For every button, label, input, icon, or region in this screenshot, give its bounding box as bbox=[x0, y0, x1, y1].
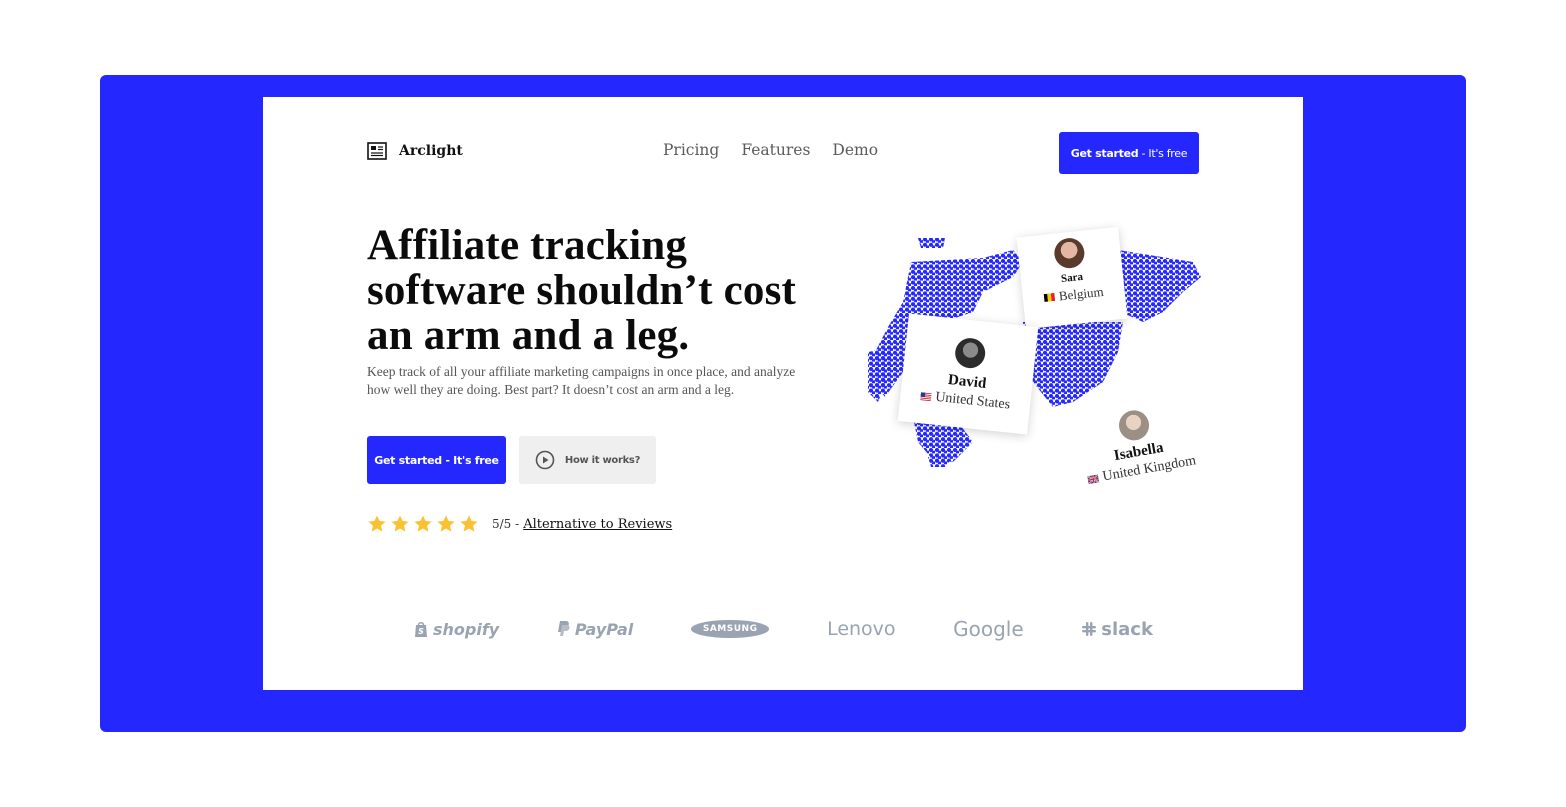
uk-flag-icon bbox=[1087, 474, 1100, 485]
shopify-bag-icon: S bbox=[415, 622, 427, 637]
main-nav: Pricing Features Demo bbox=[663, 141, 878, 159]
get-started-label: Get started - It's free bbox=[374, 453, 499, 467]
lenovo-logo: Lenovo bbox=[827, 618, 895, 640]
header-cta-bold: Get started bbox=[1070, 146, 1139, 160]
user-card-sara: Sara Belgium bbox=[1016, 226, 1128, 330]
star-icon bbox=[437, 515, 455, 532]
star-icon bbox=[460, 515, 478, 532]
brand-label: Lenovo bbox=[827, 618, 896, 640]
hero-title: Affiliate tracking software shouldn’t co… bbox=[367, 222, 797, 359]
get-started-button[interactable]: Get started - It's free bbox=[367, 436, 506, 484]
star-icon bbox=[368, 515, 386, 532]
samsung-logo: SAMSUNG bbox=[690, 620, 770, 638]
landing-page: Arclight Pricing Features Demo Get start… bbox=[263, 97, 1303, 690]
brand-label: slack bbox=[1101, 618, 1153, 640]
world-map-illustration: Sara Belgium David United States Isabell… bbox=[863, 226, 1203, 492]
google-logo: Google bbox=[953, 617, 1024, 641]
header-cta-light: - It's free bbox=[1138, 146, 1188, 160]
newspaper-icon bbox=[367, 142, 387, 160]
header-get-started-button[interactable]: Get started - It's free bbox=[1059, 132, 1199, 174]
slack-logo: slack bbox=[1081, 619, 1153, 640]
brand-label: shopify bbox=[433, 619, 500, 639]
country-label: Belgium bbox=[1058, 283, 1105, 304]
brand-logos: S shopify PayPal SAMSUNG Lenovo Google s… bbox=[413, 617, 1153, 641]
avatar bbox=[953, 336, 987, 370]
slack-hash-icon bbox=[1082, 622, 1097, 636]
paypal-logo: PayPal bbox=[557, 620, 633, 639]
how-it-works-button[interactable]: How it works? bbox=[519, 436, 656, 484]
brand-label: Google bbox=[953, 617, 1024, 641]
nav-features[interactable]: Features bbox=[741, 141, 810, 159]
avatar bbox=[1116, 407, 1152, 443]
belgium-flag-icon bbox=[1043, 292, 1056, 302]
user-card-david: David United States bbox=[897, 313, 1039, 435]
us-flag-icon bbox=[920, 392, 932, 402]
rating: 5/5 - Alternative to Reviews bbox=[367, 514, 672, 534]
logo-text: Arclight bbox=[399, 143, 463, 159]
how-it-works-label: How it works? bbox=[564, 454, 641, 466]
shopify-logo: S shopify bbox=[413, 620, 499, 639]
logo[interactable]: Arclight bbox=[367, 141, 463, 161]
hero-subtitle: Keep track of all your affiliate marketi… bbox=[367, 364, 796, 397]
nav-demo[interactable]: Demo bbox=[832, 141, 878, 159]
rating-score: 5/5 - bbox=[492, 517, 520, 531]
svg-text:S: S bbox=[418, 627, 424, 636]
reviews-link[interactable]: Alternative to Reviews bbox=[523, 517, 672, 532]
brand-label: SAMSUNG bbox=[702, 624, 758, 634]
star-icon bbox=[391, 515, 409, 532]
star-rating bbox=[367, 514, 479, 534]
paypal-icon bbox=[557, 621, 570, 636]
nav-pricing[interactable]: Pricing bbox=[663, 141, 719, 159]
avatar bbox=[1052, 236, 1086, 270]
star-icon bbox=[414, 515, 432, 532]
brand-label: PayPal bbox=[574, 619, 634, 639]
play-icon bbox=[535, 450, 555, 470]
